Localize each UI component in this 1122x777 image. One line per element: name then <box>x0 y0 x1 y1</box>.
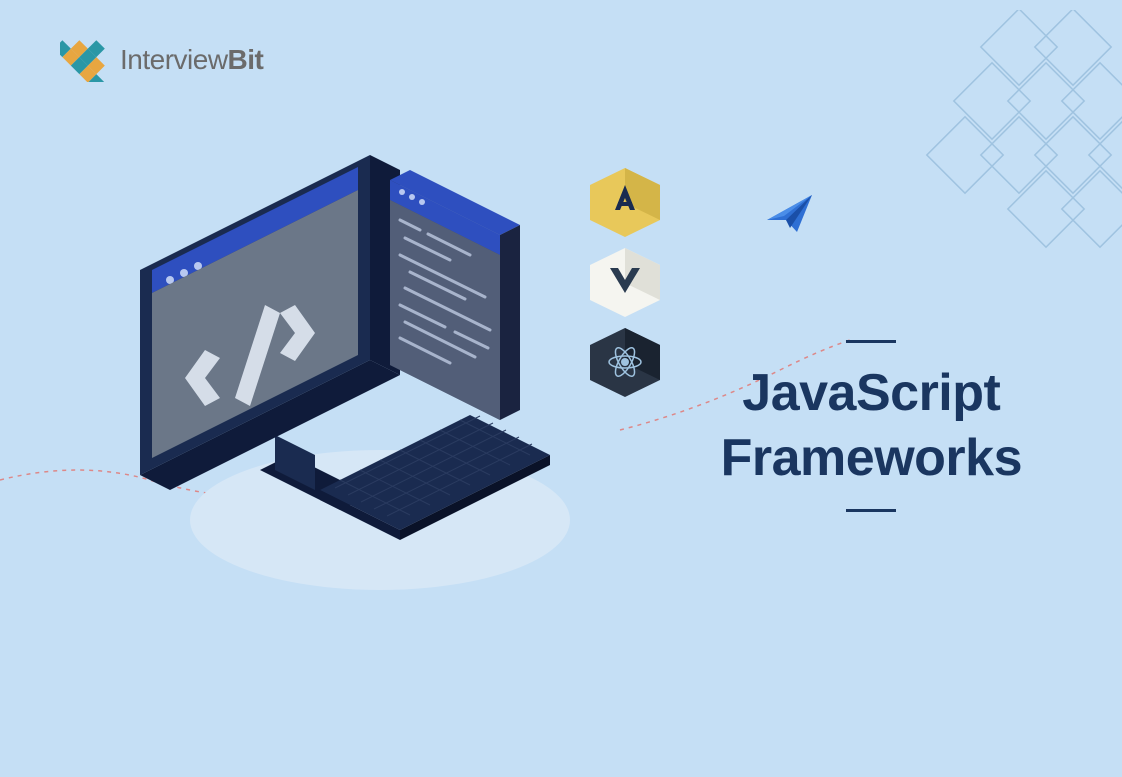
vue-icon <box>590 248 660 317</box>
logo-icon <box>60 38 110 82</box>
computer-illustration <box>110 110 670 590</box>
framework-icons-stack <box>580 150 670 405</box>
title-decoration-bottom <box>846 509 896 512</box>
brand-logo: InterviewBit <box>60 38 263 82</box>
react-icon <box>590 328 660 397</box>
brand-name: InterviewBit <box>120 44 263 76</box>
paper-plane-icon <box>762 190 822 240</box>
page-title: JavaScript Frameworks <box>721 361 1022 491</box>
grid-decoration <box>882 10 1122 290</box>
title-decoration-top <box>846 340 896 343</box>
title-block: JavaScript Frameworks <box>721 340 1022 512</box>
angular-icon <box>590 168 660 237</box>
